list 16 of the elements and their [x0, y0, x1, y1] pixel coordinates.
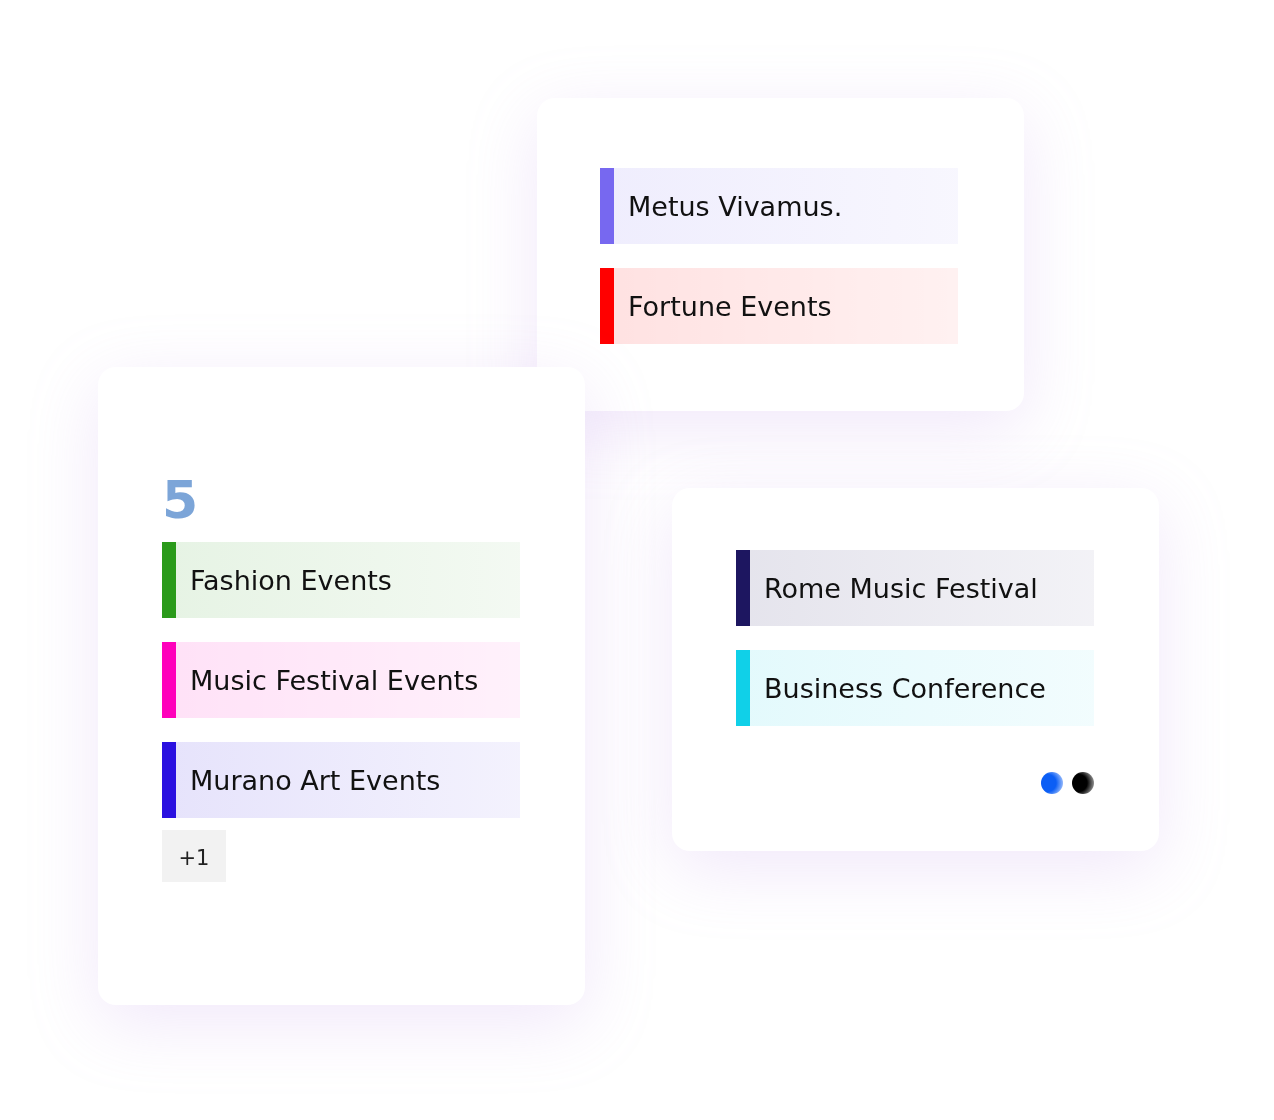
event-title: Business Conference: [764, 672, 1046, 704]
event-item[interactable]: Murano Art Events: [162, 742, 520, 818]
event-item[interactable]: Rome Music Festival: [736, 550, 1094, 626]
more-events-button[interactable]: +1: [162, 830, 226, 882]
event-title: Metus Vivamus.: [628, 190, 843, 222]
event-item[interactable]: Business Conference: [736, 650, 1094, 726]
event-item[interactable]: Music Festival Events: [162, 642, 520, 718]
event-title: Fashion Events: [190, 564, 392, 596]
event-title: Fortune Events: [628, 290, 832, 322]
day-number: 5: [162, 474, 199, 526]
event-title: Rome Music Festival: [764, 572, 1038, 604]
event-title: Murano Art Events: [190, 764, 441, 796]
event-item[interactable]: Fortune Events: [600, 268, 958, 344]
event-title: Music Festival Events: [190, 664, 479, 696]
event-item[interactable]: Metus Vivamus.: [600, 168, 958, 244]
event-item[interactable]: Fashion Events: [162, 542, 520, 618]
